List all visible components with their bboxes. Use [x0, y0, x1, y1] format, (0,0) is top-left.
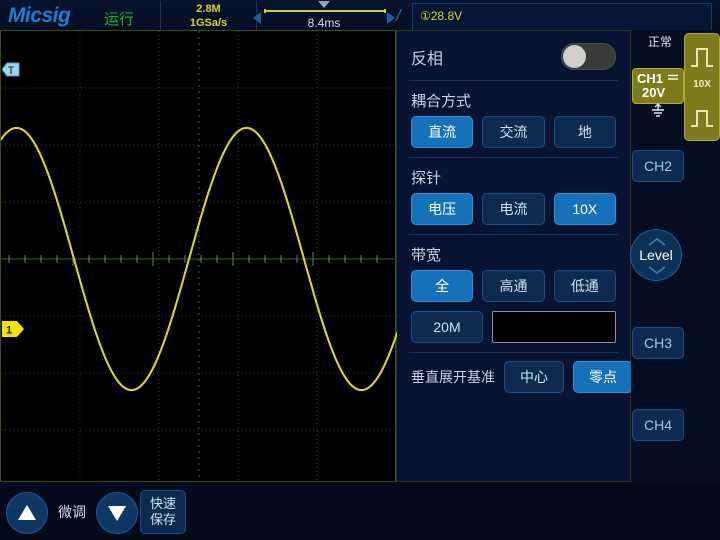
channel-1-ground-marker-icon[interactable]: 1 — [2, 321, 24, 337]
oscilloscope-screen: Micsig 运行 2.8M 1GSa/s 8.4ms / ①28.8V — [0, 0, 720, 540]
triangle-up-icon — [7, 493, 47, 533]
ch1-scale-value: 20V — [642, 85, 665, 100]
coupling-section: 耦合方式 直流 交流 地 — [397, 81, 630, 148]
top-status-bar: Micsig 运行 2.8M 1GSa/s 8.4ms / ①28.8V — [0, 0, 720, 34]
probe-section: 探针 电压 电流 10X — [397, 158, 630, 225]
decrease-button[interactable] — [96, 492, 138, 534]
toggle-knob — [563, 45, 586, 68]
scroll-left-icon[interactable] — [253, 12, 261, 24]
memory-depth-value: 2.8M — [161, 3, 256, 15]
bandwidth-section: 带宽 全 高通 低通 20M — [397, 235, 630, 343]
vertical-reference-label: 垂直展开基准 — [411, 367, 495, 387]
trigger-level-value: ①28.8V — [420, 9, 462, 23]
quick-save-line1: 快速 — [150, 496, 176, 512]
sidebar-button-ch2[interactable]: CH2 — [632, 150, 684, 182]
run-state-label[interactable]: 运行 — [104, 8, 134, 29]
bandwidth-value-field[interactable] — [492, 311, 616, 343]
pulse-icon-bottom — [685, 98, 719, 138]
ch1-scale-badge[interactable]: CH1 20V — [632, 68, 684, 104]
ground-icon — [650, 102, 666, 118]
sample-rate-value: 1GSa/s — [161, 17, 256, 29]
level-label: Level — [639, 247, 672, 263]
bandwidth-option-lowpass[interactable]: 低通 — [554, 270, 616, 302]
probe-label: 探针 — [411, 158, 616, 193]
bandwidth-label: 带宽 — [411, 235, 616, 270]
ch1-waveform-trace — [1, 31, 397, 483]
coupling-option-ac[interactable]: 交流 — [482, 116, 544, 148]
trigger-slope-icon[interactable]: / — [396, 6, 401, 26]
channel-settings-panel: 反相 耦合方式 直流 交流 地 探针 电压 电流 10X 带宽 — [396, 30, 631, 482]
fine-adjust-label[interactable]: 微调 — [50, 502, 94, 522]
probe-options: 电压 电流 10X — [411, 193, 616, 225]
coupling-option-dc[interactable]: 直流 — [411, 116, 473, 148]
probe-ratio-button[interactable]: 10X — [684, 33, 720, 141]
increase-button[interactable] — [6, 492, 48, 534]
invert-row: 反相 — [397, 31, 630, 80]
coupling-label: 耦合方式 — [411, 81, 616, 116]
probe-option-ratio[interactable]: 10X — [554, 193, 616, 225]
timebase-window-value: 8.4ms — [262, 16, 386, 30]
svg-text:1: 1 — [6, 325, 12, 337]
vref-option-zero[interactable]: 零点 — [573, 361, 633, 393]
svg-text:T: T — [8, 65, 15, 77]
timebase-window-indicator[interactable]: 8.4ms — [262, 1, 386, 33]
vref-option-center[interactable]: 中心 — [504, 361, 564, 393]
probe-ratio-value: 10X — [685, 79, 719, 90]
pulse-icon-top — [685, 38, 719, 78]
scroll-right-icon[interactable] — [387, 12, 395, 24]
dc-coupling-icon — [667, 73, 679, 81]
quick-save-button[interactable]: 快速 保存 — [140, 490, 186, 534]
waveform-display[interactable]: T 1 — [0, 30, 396, 482]
bandwidth-limit-row: 20M — [411, 311, 616, 343]
bottom-toolbar: 微调 快速 保存 200us — [0, 484, 720, 540]
invert-toggle[interactable] — [561, 43, 616, 70]
ch1-name: CH1 — [637, 71, 663, 86]
triangle-down-icon — [97, 493, 137, 533]
invert-label: 反相 — [411, 45, 443, 69]
sidebar-button-ch4[interactable]: CH4 — [632, 409, 684, 441]
brand-logo: Micsig — [8, 4, 70, 28]
bandwidth-options: 全 高通 低通 — [411, 270, 616, 302]
bandwidth-limit-20m[interactable]: 20M — [411, 311, 483, 343]
probe-option-current[interactable]: 电流 — [482, 193, 544, 225]
timebase-bar — [264, 9, 386, 13]
coupling-options: 直流 交流 地 — [411, 116, 616, 148]
probe-option-voltage[interactable]: 电压 — [411, 193, 473, 225]
sidebar-button-ch3[interactable]: CH3 — [632, 327, 684, 359]
memory-info[interactable]: 2.8M 1GSa/s — [160, 1, 257, 33]
trigger-info-box[interactable]: ①28.8V — [412, 3, 712, 33]
bandwidth-option-full[interactable]: 全 — [411, 270, 473, 302]
vertical-reference-section: 垂直展开基准 中心 零点 — [397, 353, 630, 393]
trigger-marker-icon[interactable]: T — [2, 62, 20, 77]
trigger-mode-label[interactable]: 正常 — [631, 33, 689, 50]
bandwidth-option-highpass[interactable]: 高通 — [482, 270, 544, 302]
trigger-level-button[interactable]: Level — [630, 229, 682, 281]
coupling-option-gnd[interactable]: 地 — [554, 116, 616, 148]
trigger-position-marker-icon[interactable] — [318, 1, 330, 8]
quick-save-line2: 保存 — [150, 512, 176, 528]
